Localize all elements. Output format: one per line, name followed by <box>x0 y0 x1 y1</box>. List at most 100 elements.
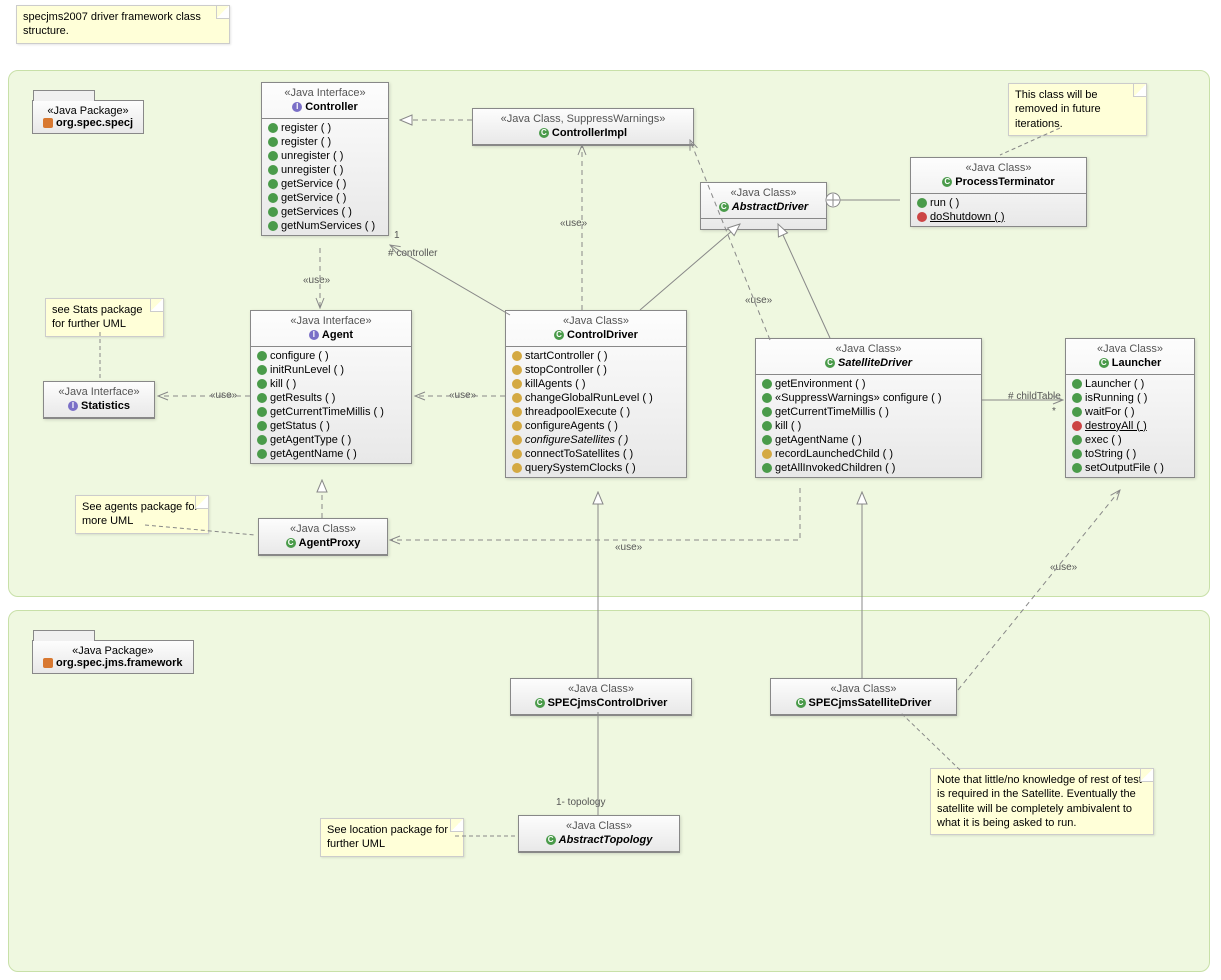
stereotype: «Java Class» <box>965 162 1031 174</box>
stereotype: «Java Class» <box>566 820 632 832</box>
class-name: SPECjmsControlDriver <box>548 697 668 709</box>
note-stats: see Stats package for further UML <box>45 298 164 337</box>
class-icon: C <box>942 177 952 187</box>
class-statistics[interactable]: «Java Interface» IStatistics <box>43 381 155 419</box>
pkg-stereotype: «Java Package» <box>72 645 153 657</box>
class-name: AbstractTopology <box>559 834 653 846</box>
class-controldriver[interactable]: «Java Class»CControlDriver startControll… <box>505 310 687 478</box>
class-name: AgentProxy <box>299 537 361 549</box>
operation: configureAgents ( ) <box>510 419 682 433</box>
class-icon: C <box>554 330 564 340</box>
operation: recordLaunchedChild ( ) <box>760 447 977 461</box>
stereotype: «Java Class» <box>830 683 896 695</box>
interface-icon: I <box>309 330 319 340</box>
note-agents: See agents package for more UML <box>75 495 209 534</box>
operation: threadpoolExecute ( ) <box>510 405 682 419</box>
class-name: ControllerImpl <box>552 127 627 139</box>
operation: setOutputFile ( ) <box>1070 461 1190 475</box>
operation: configure ( ) <box>255 349 407 363</box>
class-launcher[interactable]: «Java Class»CLauncher Launcher ( )isRunn… <box>1065 338 1195 478</box>
label-one: 1 <box>394 230 400 241</box>
class-icon: C <box>825 358 835 368</box>
class-name: SPECjmsSatelliteDriver <box>809 697 932 709</box>
stereotype: «Java Class» <box>290 523 356 535</box>
operation: getService ( ) <box>266 191 384 205</box>
stereotype: «Java Class, SuppressWarnings» <box>501 113 666 125</box>
operation: unregister ( ) <box>266 149 384 163</box>
operation: getAllInvokedChildren ( ) <box>760 461 977 475</box>
class-name: ControlDriver <box>567 329 638 341</box>
note-location: See location package for further UML <box>320 818 464 857</box>
label-topology: 1- topology <box>556 797 605 808</box>
operation: getEnvironment ( ) <box>760 377 977 391</box>
class-specjmscontroldriver[interactable]: «Java Class» CSPECjmsControlDriver <box>510 678 692 716</box>
stereotype: «Java Interface» <box>284 87 365 99</box>
operation: getNumServices ( ) <box>266 219 384 233</box>
stereotype: «Java Interface» <box>58 386 139 398</box>
operation: getServices ( ) <box>266 205 384 219</box>
note-title: specjms2007 driver framework class struc… <box>16 5 230 44</box>
operation: killAgents ( ) <box>510 377 682 391</box>
class-controllerimpl[interactable]: «Java Class, SuppressWarnings» CControlle… <box>472 108 694 146</box>
label-use: «use» <box>1050 562 1077 573</box>
operation: exec ( ) <box>1070 433 1190 447</box>
label-use: «use» <box>210 390 237 401</box>
class-name: Statistics <box>81 400 130 412</box>
operation: configureSatellites ( ) <box>510 433 682 447</box>
operation: Launcher ( ) <box>1070 377 1190 391</box>
operation: querySystemClocks ( ) <box>510 461 682 475</box>
package-framework-label: «Java Package»org.spec.jms.framework <box>32 640 194 674</box>
package-icon <box>43 118 53 128</box>
operation: doShutdown ( ) <box>915 210 1082 224</box>
interface-icon: I <box>292 102 302 112</box>
operation: getCurrentTimeMillis ( ) <box>760 405 977 419</box>
class-agent[interactable]: «Java Interface»IAgent configure ( )init… <box>250 310 412 464</box>
class-specjmssatellitedriver[interactable]: «Java Class» CSPECjmsSatelliteDriver <box>770 678 957 716</box>
operation: changeGlobalRunLevel ( ) <box>510 391 682 405</box>
class-processterminator[interactable]: «Java Class» CProcessTerminator run ( )do… <box>910 157 1087 227</box>
operation: kill ( ) <box>255 377 407 391</box>
operation: register ( ) <box>266 121 384 135</box>
operation: getCurrentTimeMillis ( ) <box>255 405 407 419</box>
label-use: «use» <box>449 390 476 401</box>
label-use: «use» <box>615 542 642 553</box>
label-use: «use» <box>560 218 587 229</box>
note-terminator: This class will be removed in future ite… <box>1008 83 1147 136</box>
class-agentproxy[interactable]: «Java Class»CAgentProxy <box>258 518 388 556</box>
class-name: Launcher <box>1112 357 1162 369</box>
class-controller[interactable]: «Java Interface» IController register ( )… <box>261 82 389 236</box>
pkg-name: org.spec.jms.framework <box>56 657 183 669</box>
class-abstracttopology[interactable]: «Java Class» CAbstractTopology <box>518 815 680 853</box>
operation: stopController ( ) <box>510 363 682 377</box>
class-name: Controller <box>305 101 358 113</box>
operation: getAgentType ( ) <box>255 433 407 447</box>
operation: toString ( ) <box>1070 447 1190 461</box>
stereotype: «Java Class» <box>835 343 901 355</box>
class-name: ProcessTerminator <box>955 176 1054 188</box>
class-satellitedriver[interactable]: «Java Class»CSatelliteDriver getEnvironm… <box>755 338 982 478</box>
interface-icon: I <box>68 401 78 411</box>
note-satellite: Note that little/no knowledge of rest of… <box>930 768 1154 835</box>
class-icon: C <box>796 698 806 708</box>
operation: getAgentName ( ) <box>760 433 977 447</box>
operation: destroyAll ( ) <box>1070 419 1190 433</box>
operation: run ( ) <box>915 196 1082 210</box>
class-icon: C <box>535 698 545 708</box>
operation: kill ( ) <box>760 419 977 433</box>
stereotype: «Java Interface» <box>290 315 371 327</box>
operation: getResults ( ) <box>255 391 407 405</box>
label-controller: # controller <box>388 248 437 259</box>
class-abstractdriver[interactable]: «Java Class»CAbstractDriver <box>700 182 827 230</box>
class-icon: C <box>546 835 556 845</box>
stereotype: «Java Class» <box>730 187 796 199</box>
stereotype: «Java Class» <box>1097 343 1163 355</box>
operation: «SuppressWarnings» configure ( ) <box>760 391 977 405</box>
class-icon: C <box>539 128 549 138</box>
operation: waitFor ( ) <box>1070 405 1190 419</box>
operation: getStatus ( ) <box>255 419 407 433</box>
operation: initRunLevel ( ) <box>255 363 407 377</box>
package-specj-label: «Java Package»org.spec.specj <box>32 100 144 134</box>
operation: connectToSatellites ( ) <box>510 447 682 461</box>
stereotype: «Java Class» <box>568 683 634 695</box>
label-use: «use» <box>745 295 772 306</box>
